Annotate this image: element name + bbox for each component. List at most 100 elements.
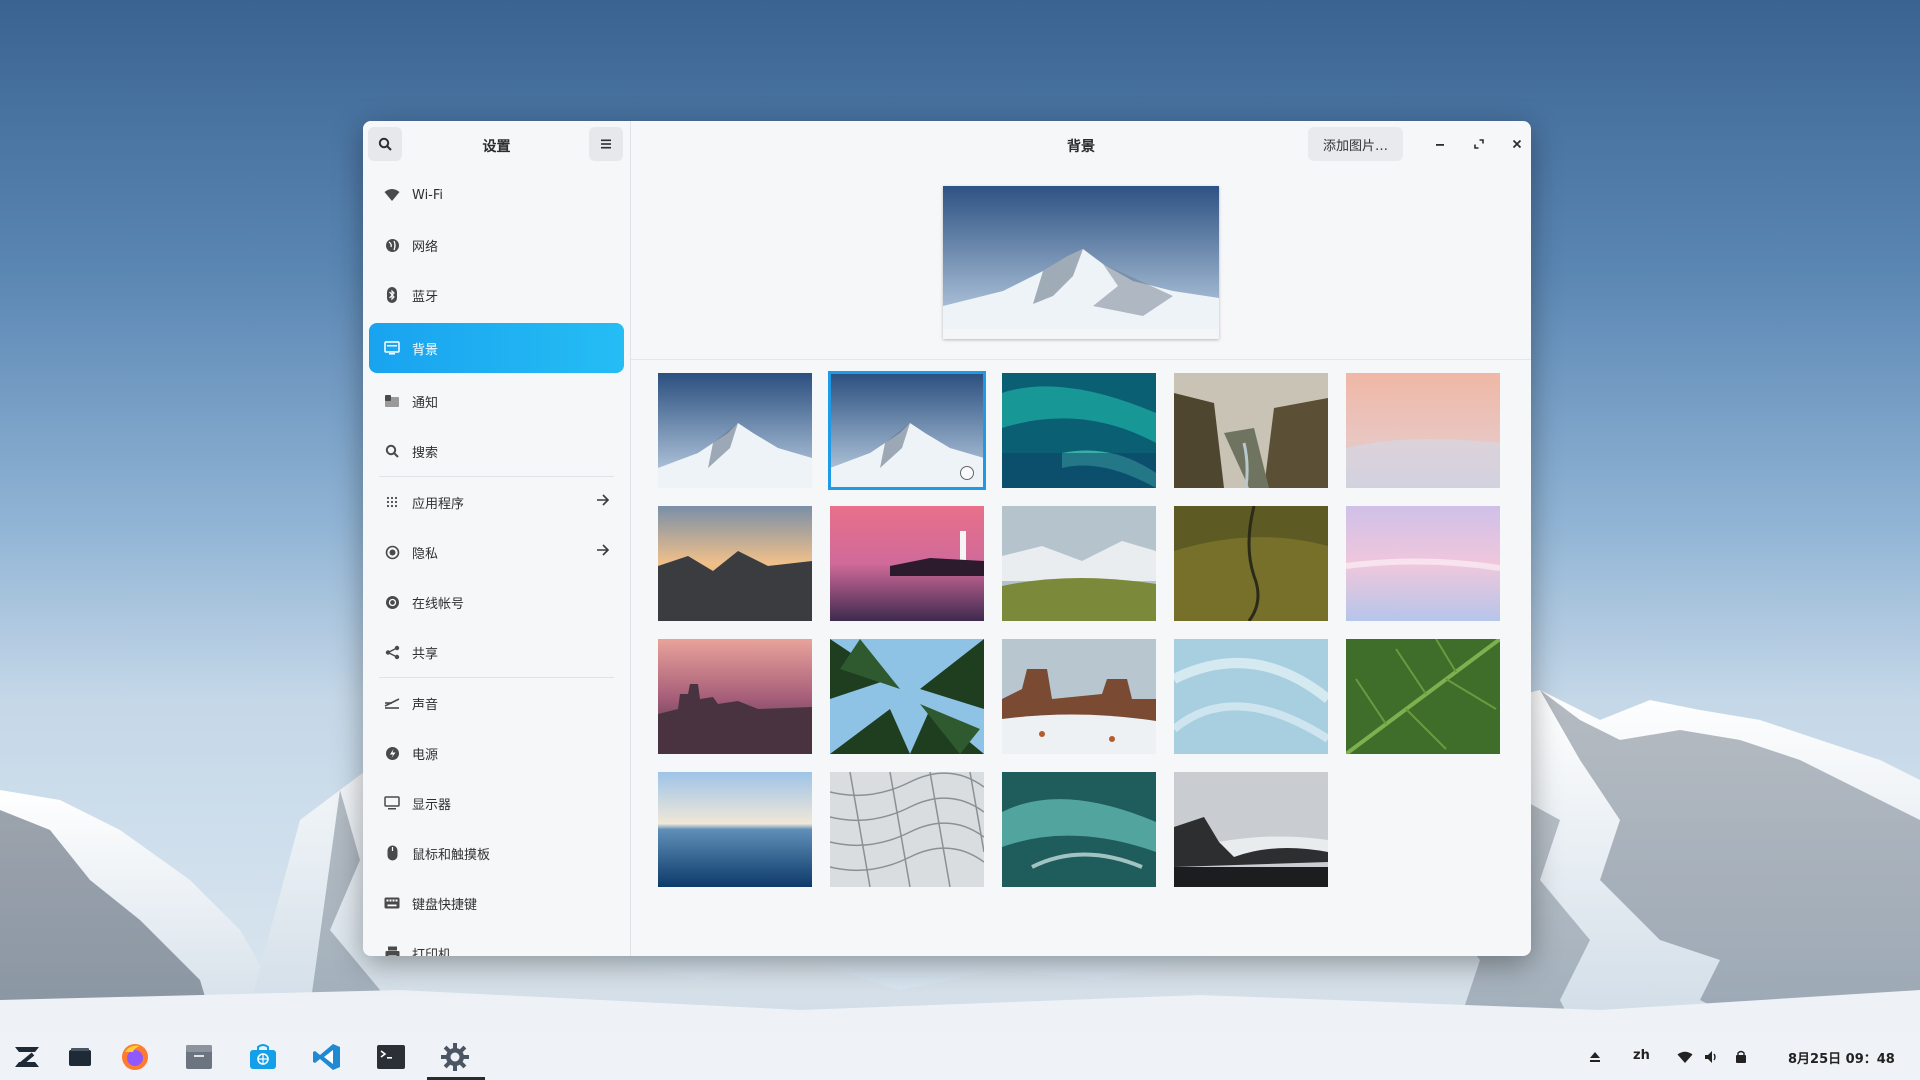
background-icon [383, 339, 401, 357]
taskbar-app-file-manager[interactable] [182, 1040, 216, 1074]
wallpaper-thumbnail[interactable] [1002, 639, 1156, 754]
wallpaper-thumbnail[interactable] [1174, 639, 1328, 754]
taskbar: zh 8月25日 09：48 [0, 1032, 1920, 1080]
clock[interactable]: 8月25日 09：48 [1788, 1048, 1895, 1067]
wallpaper-thumbnail[interactable] [658, 373, 812, 488]
sidebar-item-printers[interactable]: 打印机 [369, 928, 624, 956]
sidebar-item-share[interactable]: 共享 [369, 627, 624, 677]
sidebar-item-privacy[interactable]: 隐私 [369, 527, 624, 577]
wallpaper-thumbnail[interactable] [1002, 772, 1156, 887]
share-icon [383, 643, 401, 661]
sidebar-item-search[interactable]: 搜索 [369, 426, 624, 476]
wallpaper-thumbnail[interactable] [1346, 639, 1500, 754]
sidebar-item-notifications[interactable]: 通知 [369, 376, 624, 426]
zorin-menu-button[interactable] [10, 1040, 44, 1074]
wallpaper-thumbnail[interactable] [830, 506, 984, 621]
volume-icon [1705, 1051, 1716, 1063]
sidebar-item-label: 打印机 [412, 947, 452, 957]
wallpaper-thumbnail[interactable] [830, 639, 984, 754]
file-manager-icon [186, 1045, 212, 1069]
zorin-menu-icon [15, 1047, 39, 1067]
minimize-button[interactable] [1429, 133, 1451, 155]
wallpaper-thumbnail[interactable] [1174, 506, 1328, 621]
battery-status[interactable] [1724, 1040, 1758, 1074]
wallpaper-thumbnail[interactable] [1346, 506, 1500, 621]
sidebar-item-label: 网络 [412, 239, 439, 255]
sidebar-item-power[interactable]: 电源 [369, 728, 624, 778]
wallpaper-thumbnail[interactable] [1002, 373, 1156, 488]
keyboard-icon [383, 894, 401, 912]
arrow-right-icon [596, 493, 610, 511]
sidebar-item-label: Wi-Fi [412, 187, 444, 203]
taskbar-app-terminal[interactable] [374, 1040, 408, 1074]
wifi-icon [383, 186, 401, 204]
sidebar-list: Wi-Fi 网络 蓝牙 背景 通知 搜索 应用程序 隐私 在线帐号 共享 声音 … [363, 170, 630, 956]
notifications-icon [383, 392, 401, 410]
firefox-icon [122, 1044, 148, 1070]
sidebar-item-sound[interactable]: 声音 [369, 678, 624, 728]
display-icon [383, 794, 401, 812]
eject-button[interactable] [1578, 1040, 1612, 1074]
sidebar-item-label: 电源 [412, 747, 439, 763]
battery-lock-icon [1736, 1050, 1746, 1063]
apps-grid-icon [383, 493, 401, 511]
hamburger-menu-icon [601, 139, 611, 149]
wallpaper-preview-area [631, 169, 1531, 360]
wallpaper-preview [943, 186, 1219, 339]
sidebar-item-display[interactable]: 显示器 [369, 778, 624, 828]
sidebar-item-label: 显示器 [412, 797, 452, 813]
maximize-icon [1474, 139, 1484, 149]
printer-icon [383, 944, 401, 956]
sidebar-item-background[interactable]: 背景 [369, 323, 624, 373]
sidebar-item-label: 通知 [412, 395, 439, 411]
wallpaper-thumbnail[interactable] [658, 506, 812, 621]
maximize-button[interactable] [1468, 133, 1490, 155]
arrow-right-icon [596, 543, 610, 561]
sidebar-item-online-accounts[interactable]: 在线帐号 [369, 577, 624, 627]
sound-icon [383, 694, 401, 712]
software-store-icon [250, 1044, 276, 1069]
eject-icon [1590, 1052, 1600, 1062]
add-picture-button[interactable]: 添加图片… [1308, 127, 1403, 161]
sidebar-item-applications[interactable]: 应用程序 [369, 477, 624, 527]
menu-button[interactable] [589, 127, 623, 161]
network-icon [383, 236, 401, 254]
sidebar-item-label: 鼠标和触摸板 [412, 847, 491, 863]
sidebar-item-label: 键盘快捷键 [412, 897, 478, 913]
vscode-icon [313, 1044, 340, 1070]
wifi-icon [1677, 1051, 1693, 1063]
sidebar-item-mouse-touchpad[interactable]: 鼠标和触摸板 [369, 828, 624, 878]
close-button[interactable] [1506, 133, 1528, 155]
wallpaper-thumbnail[interactable] [1346, 373, 1500, 488]
taskbar-app-vscode[interactable] [310, 1040, 344, 1074]
taskbar-app-firefox[interactable] [118, 1040, 152, 1074]
sidebar-header: 设置 [363, 121, 630, 169]
power-icon [383, 744, 401, 762]
files-window-icon [69, 1048, 91, 1066]
language-indicator[interactable]: zh [1633, 1048, 1650, 1063]
bluetooth-icon [383, 286, 401, 304]
selected-check-icon [960, 466, 974, 480]
wallpaper-thumbnail-selected[interactable] [828, 371, 986, 490]
sidebar-item-label: 应用程序 [412, 496, 465, 512]
wallpaper-thumbnail[interactable] [658, 772, 812, 887]
search-icon [383, 442, 401, 460]
sidebar-item-network[interactable]: 网络 [369, 220, 624, 270]
background-panel: 背景 添加图片… [631, 121, 1531, 956]
sidebar-item-bluetooth[interactable]: 蓝牙 [369, 270, 624, 320]
sidebar-item-keyboard-shortcuts[interactable]: 键盘快捷键 [369, 878, 624, 928]
settings-sidebar: 设置 Wi-Fi 网络 蓝牙 背景 通知 搜索 应用程序 隐私 在线帐号 共享 … [363, 121, 631, 956]
wallpaper-thumbnail[interactable] [658, 639, 812, 754]
sidebar-item-label: 在线帐号 [412, 596, 465, 612]
taskbar-app-settings[interactable] [438, 1040, 472, 1074]
minimize-icon [1436, 144, 1444, 146]
wallpaper-thumbnail[interactable] [1174, 373, 1328, 488]
wallpaper-thumbnail[interactable] [830, 772, 984, 887]
sidebar-item-wifi[interactable]: Wi-Fi [369, 170, 624, 220]
wallpaper-thumbnail[interactable] [1174, 772, 1328, 887]
sidebar-item-label: 共享 [412, 646, 439, 662]
taskbar-app-software[interactable] [246, 1040, 280, 1074]
sidebar-item-label: 搜索 [412, 445, 439, 461]
taskbar-app-windows[interactable] [63, 1040, 97, 1074]
wallpaper-thumbnail[interactable] [1002, 506, 1156, 621]
